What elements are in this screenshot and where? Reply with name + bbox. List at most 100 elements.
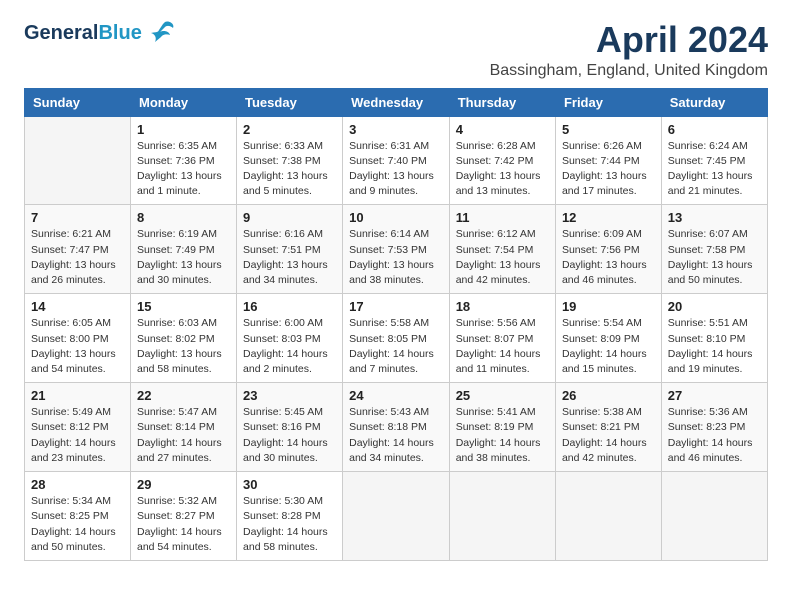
day-info: Sunrise: 6:12 AMSunset: 7:54 PMDaylight:… <box>456 227 549 288</box>
calendar-cell: 16 Sunrise: 6:00 AMSunset: 8:03 PMDayligh… <box>237 294 343 383</box>
calendar-cell: 15Sunrise: 6:03 AMSunset: 8:02 PMDayligh… <box>130 294 236 383</box>
calendar-cell: 19Sunrise: 5:54 AMSunset: 8:09 PMDayligh… <box>555 294 661 383</box>
day-number: 13 <box>668 210 761 225</box>
day-info: Sunrise: 6:07 AMSunset: 7:58 PMDaylight:… <box>668 227 761 288</box>
month-year-title: April 2024 <box>490 20 768 60</box>
day-info: Sunrise: 6:35 AMSunset: 7:36 PMDaylight:… <box>137 139 230 200</box>
calendar-cell <box>555 472 661 561</box>
calendar-cell: 14Sunrise: 6:05 AMSunset: 8:00 PMDayligh… <box>25 294 131 383</box>
day-info: Sunrise: 5:34 AMSunset: 8:25 PMDaylight:… <box>31 494 124 555</box>
logo-blue-text: Blue <box>98 22 141 45</box>
calendar-cell: 25 Sunrise: 5:41 AMSunset: 8:19 PMDayligh… <box>449 383 555 472</box>
day-info: Sunrise: 5:49 AMSunset: 8:12 PMDaylight:… <box>31 405 124 466</box>
day-number: 1 <box>137 122 230 137</box>
calendar-cell <box>25 116 131 205</box>
day-number: 27 <box>668 388 761 403</box>
calendar-cell: 10Sunrise: 6:14 AMSunset: 7:53 PMDayligh… <box>343 205 450 294</box>
day-number: 8 <box>137 210 230 225</box>
day-number: 30 <box>243 477 336 492</box>
day-info: Sunrise: 5:58 AMSunset: 8:05 PMDaylight:… <box>349 316 443 377</box>
calendar-cell: 4 Sunrise: 6:28 AMSunset: 7:42 PMDaylight… <box>449 116 555 205</box>
calendar-cell: 22 Sunrise: 5:47 AMSunset: 8:14 PMDayligh… <box>130 383 236 472</box>
day-number: 9 <box>243 210 336 225</box>
calendar-cell: 6Sunrise: 6:24 AMSunset: 7:45 PMDaylight… <box>661 116 767 205</box>
day-info: Sunrise: 6:28 AMSunset: 7:42 PMDaylight:… <box>456 139 549 200</box>
day-number: 2 <box>243 122 336 137</box>
logo-general-text: General <box>24 22 98 45</box>
weekday-header-friday: Friday <box>555 88 661 116</box>
day-info: Sunrise: 6:03 AMSunset: 8:02 PMDaylight:… <box>137 316 230 377</box>
day-info: Sunrise: 5:38 AMSunset: 8:21 PMDaylight:… <box>562 405 655 466</box>
calendar-cell <box>343 472 450 561</box>
day-info: Sunrise: 5:30 AMSunset: 8:28 PMDaylight:… <box>243 494 336 555</box>
calendar-cell: 29 Sunrise: 5:32 AMSunset: 8:27 PMDayligh… <box>130 472 236 561</box>
weekday-header-monday: Monday <box>130 88 236 116</box>
day-info: Sunrise: 6:31 AMSunset: 7:40 PMDaylight:… <box>349 139 443 200</box>
day-info: Sunrise: 6:24 AMSunset: 7:45 PMDaylight:… <box>668 139 761 200</box>
day-number: 16 <box>243 299 336 314</box>
day-info: Sunrise: 5:43 AMSunset: 8:18 PMDaylight:… <box>349 405 443 466</box>
day-number: 22 <box>137 388 230 403</box>
day-info: Sunrise: 6:00 AMSunset: 8:03 PMDaylight:… <box>243 316 336 377</box>
day-info: Sunrise: 5:41 AMSunset: 8:19 PMDaylight:… <box>456 405 549 466</box>
weekday-header-wednesday: Wednesday <box>343 88 450 116</box>
calendar-cell: 17 Sunrise: 5:58 AMSunset: 8:05 PMDayligh… <box>343 294 450 383</box>
day-number: 29 <box>137 477 230 492</box>
day-number: 21 <box>31 388 124 403</box>
weekday-header-tuesday: Tuesday <box>237 88 343 116</box>
calendar-cell <box>449 472 555 561</box>
day-number: 12 <box>562 210 655 225</box>
day-info: Sunrise: 5:32 AMSunset: 8:27 PMDaylight:… <box>137 494 230 555</box>
calendar-cell: 12 Sunrise: 6:09 AMSunset: 7:56 PMDayligh… <box>555 205 661 294</box>
weekday-header-saturday: Saturday <box>661 88 767 116</box>
calendar-cell: 2Sunrise: 6:33 AMSunset: 7:38 PMDaylight… <box>237 116 343 205</box>
day-number: 26 <box>562 388 655 403</box>
calendar-cell: 9 Sunrise: 6:16 AMSunset: 7:51 PMDaylight… <box>237 205 343 294</box>
weekday-header-sunday: Sunday <box>25 88 131 116</box>
day-info: Sunrise: 5:47 AMSunset: 8:14 PMDaylight:… <box>137 405 230 466</box>
weekday-header-thursday: Thursday <box>449 88 555 116</box>
logo-bird-icon <box>145 20 175 47</box>
calendar-table: SundayMondayTuesdayWednesdayThursdayFrid… <box>24 88 768 561</box>
day-number: 18 <box>456 299 549 314</box>
calendar-week-row-4: 21 Sunrise: 5:49 AMSunset: 8:12 PMDayligh… <box>25 383 768 472</box>
day-info: Sunrise: 5:45 AMSunset: 8:16 PMDaylight:… <box>243 405 336 466</box>
day-number: 3 <box>349 122 443 137</box>
calendar-week-row-3: 14Sunrise: 6:05 AMSunset: 8:00 PMDayligh… <box>25 294 768 383</box>
calendar-cell: 30 Sunrise: 5:30 AMSunset: 8:28 PMDayligh… <box>237 472 343 561</box>
day-number: 14 <box>31 299 124 314</box>
weekday-header-row: SundayMondayTuesdayWednesdayThursdayFrid… <box>25 88 768 116</box>
day-info: Sunrise: 6:16 AMSunset: 7:51 PMDaylight:… <box>243 227 336 288</box>
calendar-week-row-5: 28 Sunrise: 5:34 AMSunset: 8:25 PMDayligh… <box>25 472 768 561</box>
calendar-cell <box>661 472 767 561</box>
calendar-cell: 23Sunrise: 5:45 AMSunset: 8:16 PMDayligh… <box>237 383 343 472</box>
calendar-cell: 21 Sunrise: 5:49 AMSunset: 8:12 PMDayligh… <box>25 383 131 472</box>
day-info: Sunrise: 6:09 AMSunset: 7:56 PMDaylight:… <box>562 227 655 288</box>
calendar-cell: 1 Sunrise: 6:35 AMSunset: 7:36 PMDaylight… <box>130 116 236 205</box>
calendar-week-row-2: 7Sunrise: 6:21 AMSunset: 7:47 PMDaylight… <box>25 205 768 294</box>
calendar-cell: 27Sunrise: 5:36 AMSunset: 8:23 PMDayligh… <box>661 383 767 472</box>
day-number: 11 <box>456 210 549 225</box>
calendar-cell: 11 Sunrise: 6:12 AMSunset: 7:54 PMDayligh… <box>449 205 555 294</box>
day-number: 4 <box>456 122 549 137</box>
day-info: Sunrise: 6:26 AMSunset: 7:44 PMDaylight:… <box>562 139 655 200</box>
page-header: General Blue April 2024 Bassingham, Engl… <box>24 20 768 80</box>
logo: General Blue <box>24 20 175 47</box>
day-number: 5 <box>562 122 655 137</box>
day-number: 25 <box>456 388 549 403</box>
title-section: April 2024 Bassingham, England, United K… <box>490 20 768 80</box>
calendar-cell: 26 Sunrise: 5:38 AMSunset: 8:21 PMDayligh… <box>555 383 661 472</box>
day-number: 10 <box>349 210 443 225</box>
calendar-cell: 24Sunrise: 5:43 AMSunset: 8:18 PMDayligh… <box>343 383 450 472</box>
day-info: Sunrise: 5:51 AMSunset: 8:10 PMDaylight:… <box>668 316 761 377</box>
day-number: 28 <box>31 477 124 492</box>
calendar-cell: 3 Sunrise: 6:31 AMSunset: 7:40 PMDaylight… <box>343 116 450 205</box>
calendar-cell: 5 Sunrise: 6:26 AMSunset: 7:44 PMDaylight… <box>555 116 661 205</box>
day-info: Sunrise: 5:56 AMSunset: 8:07 PMDaylight:… <box>456 316 549 377</box>
location-subtitle: Bassingham, England, United Kingdom <box>490 62 768 80</box>
day-number: 17 <box>349 299 443 314</box>
calendar-cell: 20Sunrise: 5:51 AMSunset: 8:10 PMDayligh… <box>661 294 767 383</box>
calendar-cell: 18 Sunrise: 5:56 AMSunset: 8:07 PMDayligh… <box>449 294 555 383</box>
day-info: Sunrise: 6:19 AMSunset: 7:49 PMDaylight:… <box>137 227 230 288</box>
calendar-cell: 13 Sunrise: 6:07 AMSunset: 7:58 PMDayligh… <box>661 205 767 294</box>
